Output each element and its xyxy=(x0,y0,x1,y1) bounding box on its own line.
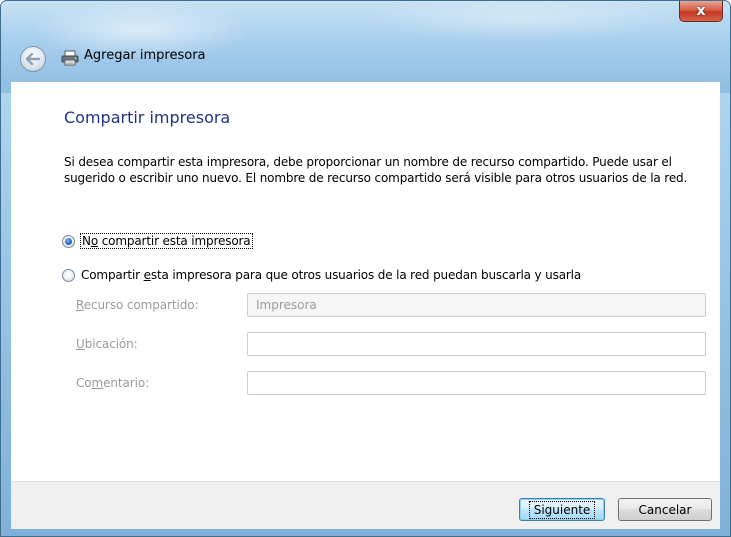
close-icon: x xyxy=(696,3,706,19)
page-heading: Compartir impresora xyxy=(64,108,231,127)
back-button[interactable] xyxy=(20,46,46,72)
title-bar: x Agregar impresora xyxy=(1,1,730,93)
comment-label: Comentario: xyxy=(76,376,150,390)
printer-icon xyxy=(61,50,79,66)
no-share-radio[interactable] xyxy=(62,234,75,248)
next-button[interactable]: Siguiente xyxy=(519,498,605,521)
share-label[interactable]: Compartir esta impresora para que otros … xyxy=(81,268,581,282)
share-option[interactable]: Compartir esta impresora para que otros … xyxy=(62,268,581,282)
dialog-title: Agregar impresora xyxy=(84,48,206,63)
share-name-input[interactable]: Impresora xyxy=(247,293,706,317)
comment-input[interactable] xyxy=(247,371,706,395)
content-panel: Compartir impresora Si desea compartir e… xyxy=(11,81,720,481)
share-radio[interactable] xyxy=(62,268,75,282)
location-label: Ubicación: xyxy=(76,337,138,351)
share-name-label: Recurso compartido: xyxy=(76,298,199,312)
no-share-option[interactable]: No compartir esta impresora xyxy=(62,233,253,249)
back-arrow-icon xyxy=(26,53,40,65)
description-text: Si desea compartir esta impresora, debe … xyxy=(64,155,688,185)
location-input[interactable] xyxy=(247,332,706,356)
no-share-label[interactable]: No compartir esta impresora xyxy=(80,233,253,249)
button-bar: Siguiente Cancelar xyxy=(11,481,720,529)
close-button[interactable]: x xyxy=(679,1,723,22)
cancel-button[interactable]: Cancelar xyxy=(618,498,712,521)
add-printer-dialog: x Agregar impresora Compartir impresora … xyxy=(0,0,731,537)
